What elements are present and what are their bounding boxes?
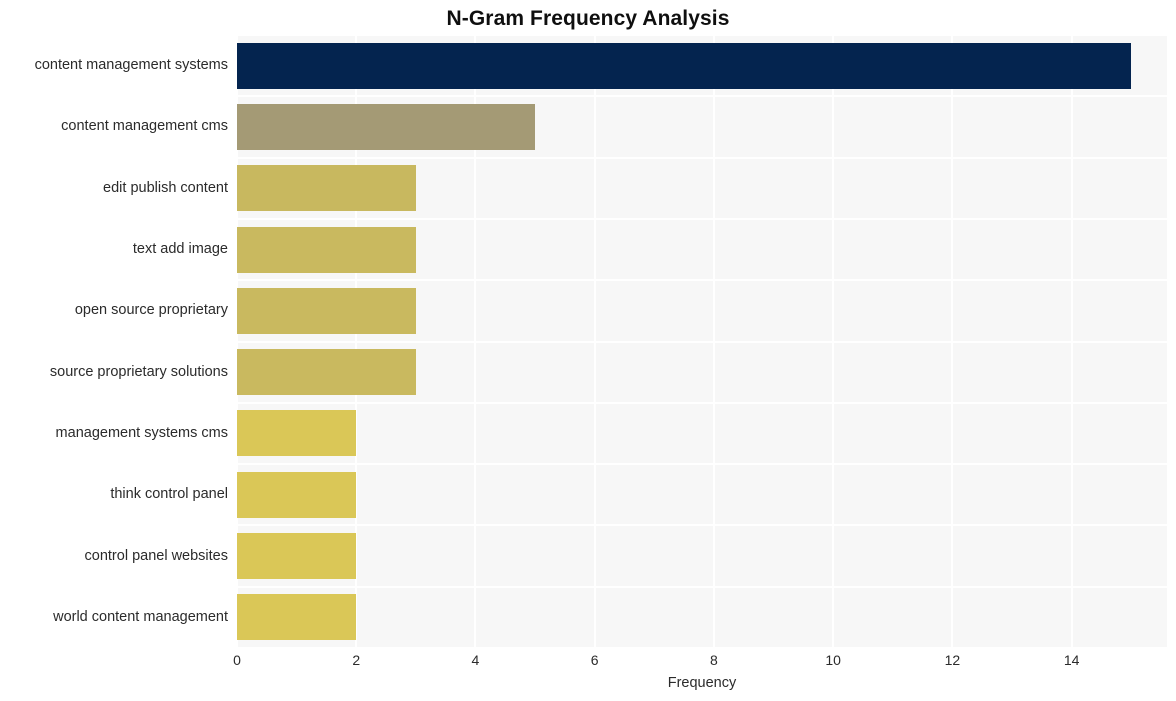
y-axis-tick-label: content management cms [61, 118, 228, 135]
x-axis-tick-label: 10 [825, 652, 841, 668]
y-axis-tick-label: think control panel [110, 486, 228, 503]
y-axis-tick-label: control panel websites [84, 547, 228, 564]
y-axis-tick-label: content management systems [34, 57, 228, 74]
y-axis-labels: content management systems content manage… [0, 35, 1176, 648]
y-axis-tick-label: open source proprietary [74, 302, 228, 319]
x-axis-tick-label: 14 [1063, 652, 1080, 668]
ngram-frequency-chart: N-Gram Frequency Analysis content manage… [0, 0, 1176, 701]
y-axis-tick-label: text add image [132, 241, 228, 258]
x-axis-tick-label: 6 [590, 652, 599, 668]
x-axis-tick-label: 2 [352, 652, 361, 668]
x-axis-tick-label: 4 [471, 652, 480, 668]
y-axis-tick-label: source proprietary solutions [49, 363, 228, 380]
y-axis-tick-label: world content management [53, 608, 228, 625]
x-axis-tick-label: 0 [233, 652, 241, 668]
x-axis-tick-label: 12 [944, 652, 961, 668]
chart-title: N-Gram Frequency Analysis [446, 7, 730, 30]
y-axis-tick-label: management systems cms [55, 424, 228, 441]
x-axis-tick-label: 8 [710, 652, 718, 668]
y-axis-tick-label: edit publish content [103, 179, 228, 196]
x-axis-title: Frequency [667, 675, 737, 691]
